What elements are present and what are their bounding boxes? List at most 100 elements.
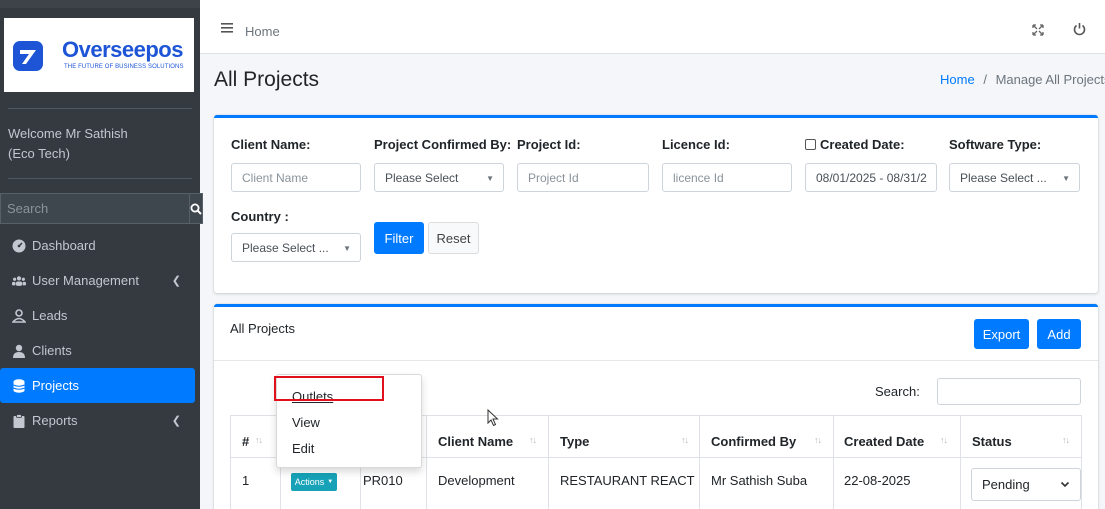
column-header-client-name[interactable]: Client Name (438, 434, 513, 449)
cell-project-id: PR010 (363, 473, 403, 488)
logo-mark-icon (13, 41, 43, 71)
sidebar-item-reports[interactable]: Reports ❮ (0, 403, 195, 438)
highlight-box (274, 376, 384, 401)
sidebar-item-projects[interactable]: Projects (0, 368, 195, 403)
sidebar: Overseepos THE FUTURE OF BUSINESS SOLUTI… (0, 0, 203, 509)
sort-icon[interactable]: ↑↓ (814, 435, 822, 445)
breadcrumb-separator: / (983, 72, 987, 87)
table-border (960, 415, 961, 509)
sidebar-item-label: Leads (32, 308, 68, 323)
software-type-value: Please Select ... (960, 170, 1047, 185)
power-icon[interactable] (1073, 22, 1086, 36)
fullscreen-icon[interactable] (1032, 24, 1044, 36)
confirmed-by-label: Project Confirmed By: (374, 137, 512, 152)
dashboard-icon (12, 239, 26, 253)
table-search-label: Search: (875, 384, 920, 399)
card-title: All Projects (230, 321, 296, 336)
database-icon (12, 378, 26, 393)
licence-id-label: Licence Id: (662, 137, 730, 152)
chevron-down-icon (1060, 481, 1070, 488)
sidebar-item-clients[interactable]: Clients (0, 333, 195, 368)
welcome-company: (Eco Tech) (8, 146, 70, 161)
sidebar-nav: Dashboard User Management ❮ Leads Client… (0, 228, 195, 438)
table-border (426, 415, 427, 509)
topbar-home-link[interactable]: Home (245, 24, 280, 39)
breadcrumb: Home / Manage All Projects (940, 72, 1105, 87)
sidebar-search-input[interactable] (0, 193, 189, 224)
table-border (699, 415, 700, 509)
sidebar-search-button[interactable] (189, 193, 203, 224)
column-header-confirmed-by[interactable]: Confirmed By (711, 434, 796, 449)
actions-label: Actions (294, 477, 325, 487)
page-title: All Projects (214, 68, 320, 91)
filter-card: Client Name: Client Name Project Confirm… (214, 115, 1098, 293)
actions-dropdown-button[interactable]: Actions ▼ (291, 473, 337, 491)
country-value: Please Select ... (242, 240, 329, 255)
column-header-index[interactable]: # (242, 434, 249, 449)
table-border (1081, 415, 1082, 509)
created-date-label-text: Created Date: (820, 137, 905, 152)
filter-button[interactable]: Filter (374, 222, 424, 254)
sidebar-item-leads[interactable]: Leads (0, 298, 195, 333)
welcome-name: Welcome Mr Sathish (8, 126, 128, 141)
users-icon (12, 274, 26, 288)
search-icon (190, 203, 202, 215)
column-header-created-date[interactable]: Created Date (844, 434, 924, 449)
sidebar-top-strip (0, 0, 200, 8)
cell-type: RESTAURANT REACT (560, 473, 695, 488)
menu-item-edit[interactable]: Edit (292, 441, 314, 456)
client-name-label: Client Name: (231, 137, 311, 152)
reset-button[interactable]: Reset (428, 222, 479, 254)
add-button[interactable]: Add (1037, 319, 1081, 349)
sidebar-item-label: Clients (32, 343, 72, 358)
project-id-label: Project Id: (517, 137, 581, 152)
status-value: Pending (982, 477, 1030, 492)
sidebar-item-user-management[interactable]: User Management ❮ (0, 263, 195, 298)
confirmed-by-select[interactable]: Please Select ▼ (374, 163, 504, 192)
breadcrumb-current: Manage All Projects (995, 72, 1105, 87)
top-navbar: Home (200, 0, 1105, 54)
sidebar-divider (8, 108, 192, 109)
export-button[interactable]: Export (974, 319, 1029, 349)
sidebar-search (0, 193, 203, 224)
brand-tagline: THE FUTURE OF BUSINESS SOLUTIONS (64, 64, 184, 70)
country-label: Country : (231, 209, 289, 224)
column-header-type[interactable]: Type (560, 434, 589, 449)
created-date-range-input[interactable]: 08/01/2025 - 08/31/2 (805, 163, 937, 192)
confirmed-by-value: Please Select (385, 170, 459, 185)
caret-down-icon: ▼ (327, 479, 334, 485)
breadcrumb-home-link[interactable]: Home (940, 72, 975, 87)
software-type-select[interactable]: Please Select ... ▼ (949, 163, 1080, 192)
country-select[interactable]: Please Select ... ▼ (231, 233, 361, 262)
created-date-checkbox[interactable] (805, 139, 816, 150)
sort-icon[interactable]: ↑↓ (940, 435, 948, 445)
brand-name: Overseepos (62, 37, 183, 62)
sidebar-divider (8, 178, 192, 179)
clipboard-icon (12, 413, 26, 428)
cell-created-date: 22-08-2025 (844, 473, 911, 488)
table-border (230, 415, 231, 509)
menu-item-view[interactable]: View (292, 415, 320, 430)
status-select[interactable]: Pending (971, 468, 1081, 501)
brand-logo[interactable]: Overseepos THE FUTURE OF BUSINESS SOLUTI… (4, 18, 194, 92)
sort-icon[interactable]: ↑↓ (681, 435, 689, 445)
sidebar-item-label: User Management (32, 273, 139, 288)
table-search-input[interactable] (937, 378, 1081, 405)
sort-icon[interactable]: ↑↓ (255, 435, 263, 445)
cell-client-name: Development (438, 473, 515, 488)
sidebar-item-label: Projects (32, 378, 79, 393)
licence-id-input[interactable]: licence Id (662, 163, 792, 192)
client-name-input[interactable]: Client Name (231, 163, 361, 192)
sort-icon[interactable]: ↑↓ (529, 435, 537, 445)
leads-icon (12, 308, 26, 323)
sidebar-item-dashboard[interactable]: Dashboard (0, 228, 195, 263)
sidebar-item-label: Dashboard (32, 238, 96, 253)
project-id-input[interactable]: Project Id (517, 163, 649, 192)
chevron-left-icon: ❮ (171, 415, 181, 427)
column-header-status[interactable]: Status (972, 434, 1012, 449)
created-date-label: Created Date: (805, 137, 905, 152)
sort-icon[interactable]: ↑↓ (1062, 435, 1070, 445)
welcome-text: Welcome Mr Sathish (Eco Tech) (8, 124, 128, 164)
menu-icon[interactable] (221, 23, 233, 33)
table-border (548, 415, 549, 509)
